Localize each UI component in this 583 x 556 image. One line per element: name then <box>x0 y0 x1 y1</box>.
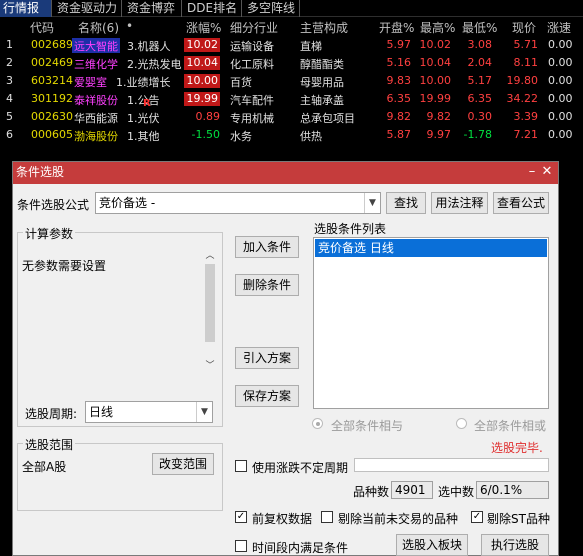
tab-long-short[interactable]: 多空阵线 <box>244 0 300 17</box>
exclude-untraded-checkbox[interactable] <box>321 511 333 523</box>
scroll-thumb[interactable] <box>205 264 215 342</box>
radio-all-or-label: 全部条件相或 <box>474 419 547 433</box>
params-group-label: 计算参数 <box>23 225 76 242</box>
selected-label: 选中数 <box>438 485 475 499</box>
radio-all-and[interactable] <box>312 418 323 429</box>
status-text: 选股完毕. <box>491 441 543 455</box>
formula-select[interactable]: 竞价备选 - ▼ <box>95 192 381 214</box>
find-button[interactable]: 查找 <box>386 192 426 214</box>
radio-all-or[interactable] <box>456 418 467 429</box>
scroll-up-icon[interactable]: ︿ <box>202 248 218 262</box>
radio-all-and-label: 全部条件相与 <box>331 419 404 433</box>
table-header: 代码 名称(6) • 涨幅% 细分行业 主营构成 开盘% 最高% 最低% 现价 … <box>0 18 583 35</box>
period-select[interactable]: 日线 ▼ <box>85 401 213 423</box>
forward-adjust-label: 前复权数据 <box>252 512 313 526</box>
col-open-pct[interactable]: 开盘% <box>379 19 414 36</box>
execute-screen-button[interactable]: 执行选股 <box>481 534 549 556</box>
table-row[interactable]: 4 301192 泰祥股份 1.公告 R 19.99 汽车配件 主轴承盖 6.3… <box>0 90 583 109</box>
col-dot: • <box>126 19 134 33</box>
top-tab-bar: 行情报价 资金驱动力 资金博弈 DDE排名 多空阵线 <box>0 0 583 31</box>
uncertain-period-input[interactable] <box>354 458 549 472</box>
tab-quotes[interactable]: 行情报价 <box>0 0 52 31</box>
col-name[interactable]: 名称(6) <box>78 19 119 36</box>
condition-list[interactable]: 竞价备选 日线 <box>313 237 549 409</box>
close-icon[interactable]: ✕ <box>539 164 555 180</box>
col-high-pct[interactable]: 最高% <box>420 19 455 36</box>
delete-condition-button[interactable]: 删除条件 <box>235 274 299 296</box>
exclude-st-checkbox[interactable]: ✓ <box>471 511 483 523</box>
forward-adjust-checkbox[interactable]: ✓ <box>235 511 247 523</box>
time-period-checkbox[interactable] <box>235 540 247 552</box>
col-code[interactable]: 代码 <box>30 19 54 36</box>
add-condition-button[interactable]: 加入条件 <box>235 236 299 258</box>
tab-dde-rank[interactable]: DDE排名 <box>184 0 242 17</box>
tab-fund-game[interactable]: 资金博弈 <box>124 0 182 17</box>
table-row[interactable]: 5 002630 华西能源 1.光伏 0.89 专用机械 总承包项目 9.82 … <box>0 108 583 126</box>
import-plan-button[interactable]: 引入方案 <box>235 347 299 369</box>
minimize-icon[interactable]: – <box>524 164 540 180</box>
table-row[interactable]: 2 002469 三维化学 2.光热发电 10.04 化工原料 醇醋酯类 5.1… <box>0 54 583 72</box>
add-to-block-button[interactable]: 选股入板块 <box>396 534 468 556</box>
exclude-untraded-label: 剔除当前未交易的品种 <box>338 512 459 526</box>
range-group-label: 选股范围 <box>23 436 76 453</box>
col-low-pct[interactable]: 最低% <box>462 19 497 36</box>
table-row[interactable]: 3 603214 爱婴室 1.业绩增长 10.00 百货 母婴用品 9.83 1… <box>0 72 583 90</box>
chevron-down-icon[interactable]: ▼ <box>196 402 212 422</box>
scroll-down-icon[interactable]: ﹀ <box>202 358 218 372</box>
period-label: 选股周期: <box>25 407 78 421</box>
stock-screener-dialog: 条件选股 – ✕ 条件选股公式 竞价备选 - ▼ 查找 用法注释 查看公式 计算… <box>12 161 559 556</box>
col-industry[interactable]: 细分行业 <box>230 19 278 36</box>
range-value: 全部A股 <box>22 460 67 474</box>
params-text: 无参数需要设置 <box>22 259 107 273</box>
col-speed[interactable]: 涨速 <box>547 19 571 36</box>
count-label: 品种数 <box>353 485 390 499</box>
dialog-title: 条件选股 <box>16 165 65 179</box>
row-name: 远大智能 <box>72 38 120 53</box>
chevron-down-icon[interactable]: ▼ <box>364 193 380 213</box>
params-scrollbar[interactable]: ︿ ﹀ <box>202 248 218 372</box>
condition-list-label: 选股条件列表 <box>314 222 387 236</box>
use-uncertain-period-checkbox[interactable] <box>235 460 247 472</box>
col-change-pct[interactable]: 涨幅% <box>186 19 221 36</box>
dialog-title-bar[interactable]: 条件选股 – ✕ <box>13 162 558 184</box>
tab-fund-drive[interactable]: 资金驱动力 <box>54 0 122 17</box>
table-row[interactable]: 1 002689 远大智能 3.机器人 10.02 运输设备 直梯 5.97 1… <box>0 36 583 54</box>
list-item[interactable]: 竞价备选 日线 <box>315 239 547 257</box>
use-uncertain-period-label: 使用涨跌不定周期 <box>252 461 349 475</box>
formula-label: 条件选股公式 <box>17 198 90 212</box>
usage-note-button[interactable]: 用法注释 <box>431 192 488 214</box>
save-plan-button[interactable]: 保存方案 <box>235 385 299 407</box>
col-price[interactable]: 现价 <box>512 19 536 36</box>
count-value: 4901 <box>391 481 433 499</box>
change-range-button[interactable]: 改变范围 <box>152 453 214 475</box>
exclude-st-label: 剔除ST品种 <box>487 512 550 526</box>
table-row[interactable]: 6 000605 渤海股份 1.其他 -1.50 水务 供热 5.87 9.97… <box>0 126 583 144</box>
time-period-label: 时间段内满足条件 <box>252 541 349 555</box>
view-formula-button[interactable]: 查看公式 <box>493 192 549 214</box>
selected-value: 6/0.1% <box>476 481 549 499</box>
col-main-business[interactable]: 主营构成 <box>300 19 348 36</box>
